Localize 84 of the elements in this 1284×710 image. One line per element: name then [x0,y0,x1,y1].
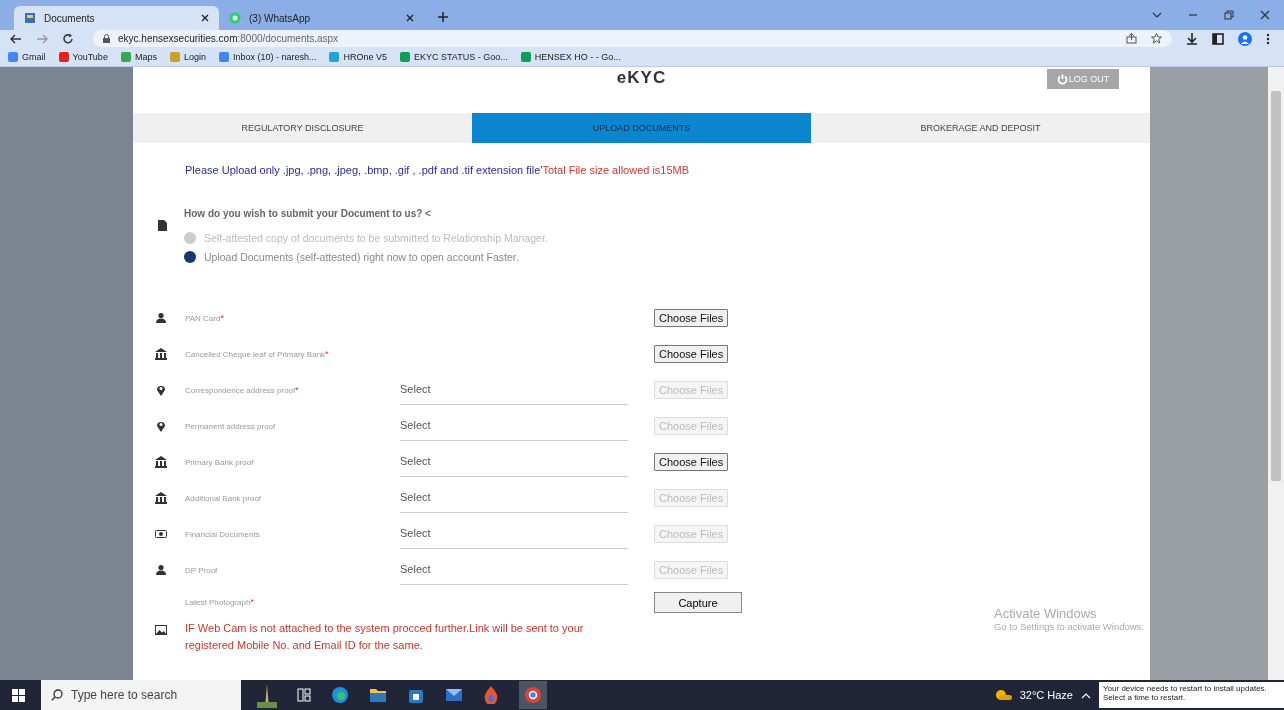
bookmark-link[interactable]: HROne V5 [329,51,387,62]
map-pin-icon [155,384,167,396]
radio-button[interactable] [184,231,196,244]
minimize-icon[interactable] [1188,11,1198,19]
banknote-icon [155,528,167,540]
update-notification[interactable]: Your device needs to restart to install updates. Select a time to restart. [1099,682,1284,708]
power-icon [1056,73,1068,85]
bank-icon [155,348,167,360]
search-icon [51,689,63,701]
task-view-icon[interactable] [297,688,311,702]
person-icon [155,564,167,576]
star-icon[interactable] [1151,33,1162,44]
restore-icon[interactable] [1224,10,1234,20]
address-bar[interactable]: ekyc.hensexsecurities.com:8000/documents.aspx [93,30,1172,47]
close-icon[interactable] [1260,10,1270,20]
bank-icon [155,492,167,504]
bank-icon [155,456,167,468]
mail-icon[interactable] [445,687,463,703]
taskbar-search-field[interactable]: Type here to search [41,680,241,710]
field-label: Correspondence address proof* [185,384,300,397]
bookmark-link[interactable]: Maps [120,51,157,62]
field-label: Latest Photograph* [185,596,255,609]
bookmark-link[interactable]: HENSEX HO - - Go... [520,51,621,62]
tab-title: Documents [44,12,96,24]
chevron-up-icon[interactable] [1081,691,1091,699]
choose-files-button[interactable]: Choose Files [654,345,729,363]
page-icon [24,12,36,24]
field-label: Cancelled Cheque leaf of Primary Bank* [185,348,330,361]
back-arrow-icon[interactable] [10,33,22,44]
radio-button[interactable] [184,250,196,263]
choose-files-button[interactable]: Choose Files [654,309,729,327]
side-panel-icon[interactable] [1212,32,1224,45]
close-icon[interactable] [201,14,209,22]
step-tab[interactable]: BROKERAGE AND DEPOSIT [811,113,1150,143]
chat-bubble-icon [229,12,241,24]
upload-notice: Please Upload only .jpg, .png, .jpeg, .bmp, .gif , .pdf and .tif extension file'Total File size allowed is15MB [185,164,691,176]
close-icon[interactable] [406,14,414,22]
select-dropdown[interactable]: Select [400,447,628,477]
field-label: Additional Bank proof [185,492,263,505]
plus-icon[interactable] [438,12,448,22]
sun-cloud-icon [993,689,1012,701]
field-label: PAN Card* [185,312,225,325]
lock-icon [103,34,110,43]
menu-icon[interactable] [1266,32,1270,45]
radio-label: Self-attested copy of documents to be submitted to Relationship Manager. [204,231,548,244]
bookmark-link[interactable]: YouTube [58,51,108,62]
webcam-warning: IF Web Cam is not attached to the system procced further.Link will be sent to your registered Mobile No. and Email ID for the same. [185,621,585,653]
chrome-browser-icon[interactable] [519,681,547,709]
share-icon[interactable] [1126,33,1137,44]
flame-icon[interactable] [483,686,499,704]
bookmark-link[interactable]: Login [169,51,206,62]
person-icon [155,312,167,324]
field-label: Financial Documents [185,528,261,541]
folder-icon[interactable] [369,687,387,703]
choose-files-button[interactable]: Choose Files [654,453,729,471]
field-label: DP Proof [185,564,219,577]
step-tab[interactable]: REGULATORY DISCLOSURE [133,113,472,143]
edge-browser-icon[interactable] [331,686,349,704]
image-icon [155,625,167,635]
bookmark-link[interactable]: Gmail [8,51,46,62]
question-text: How do you wish to submit your Document to us? < [184,208,432,219]
reload-icon[interactable] [62,33,73,44]
document-icon [158,220,167,231]
browser-tab[interactable]: Documents [14,6,219,30]
activation-hint: Go to Settings to activate Windows. [994,621,1144,632]
avatar-icon[interactable] [1238,31,1252,46]
scroll-thumb[interactable] [1271,91,1281,481]
chevron-down-icon[interactable] [1152,11,1162,19]
field-label: Primary Bank proof [185,456,255,469]
bookmark-link[interactable]: Inbox (10) - naresh... [218,51,317,62]
tab-title: (3) WhatsApp [249,12,312,24]
bookmark-link[interactable]: EKYC STATUS - Goo... [400,51,508,62]
page-title: eKYC [616,68,667,88]
capture-button[interactable]: Capture [654,592,742,613]
browser-tab[interactable]: (3) WhatsApp [219,6,424,30]
map-pin-icon [155,420,167,432]
weather-text: 32°C Haze [1019,689,1073,701]
url-text: ekyc.hensexsecurities.com:8000/documents.aspx [118,33,340,44]
download-icon[interactable] [1186,32,1198,45]
field-label: Permanent address proof [185,420,277,433]
scrollbar[interactable] [1268,67,1284,680]
activation-title: Activate Windows [994,606,1098,621]
windows-logo-icon[interactable] [12,688,25,702]
radio-label: Upload Documents (self-attested) right now to open account Faster. [204,250,519,263]
